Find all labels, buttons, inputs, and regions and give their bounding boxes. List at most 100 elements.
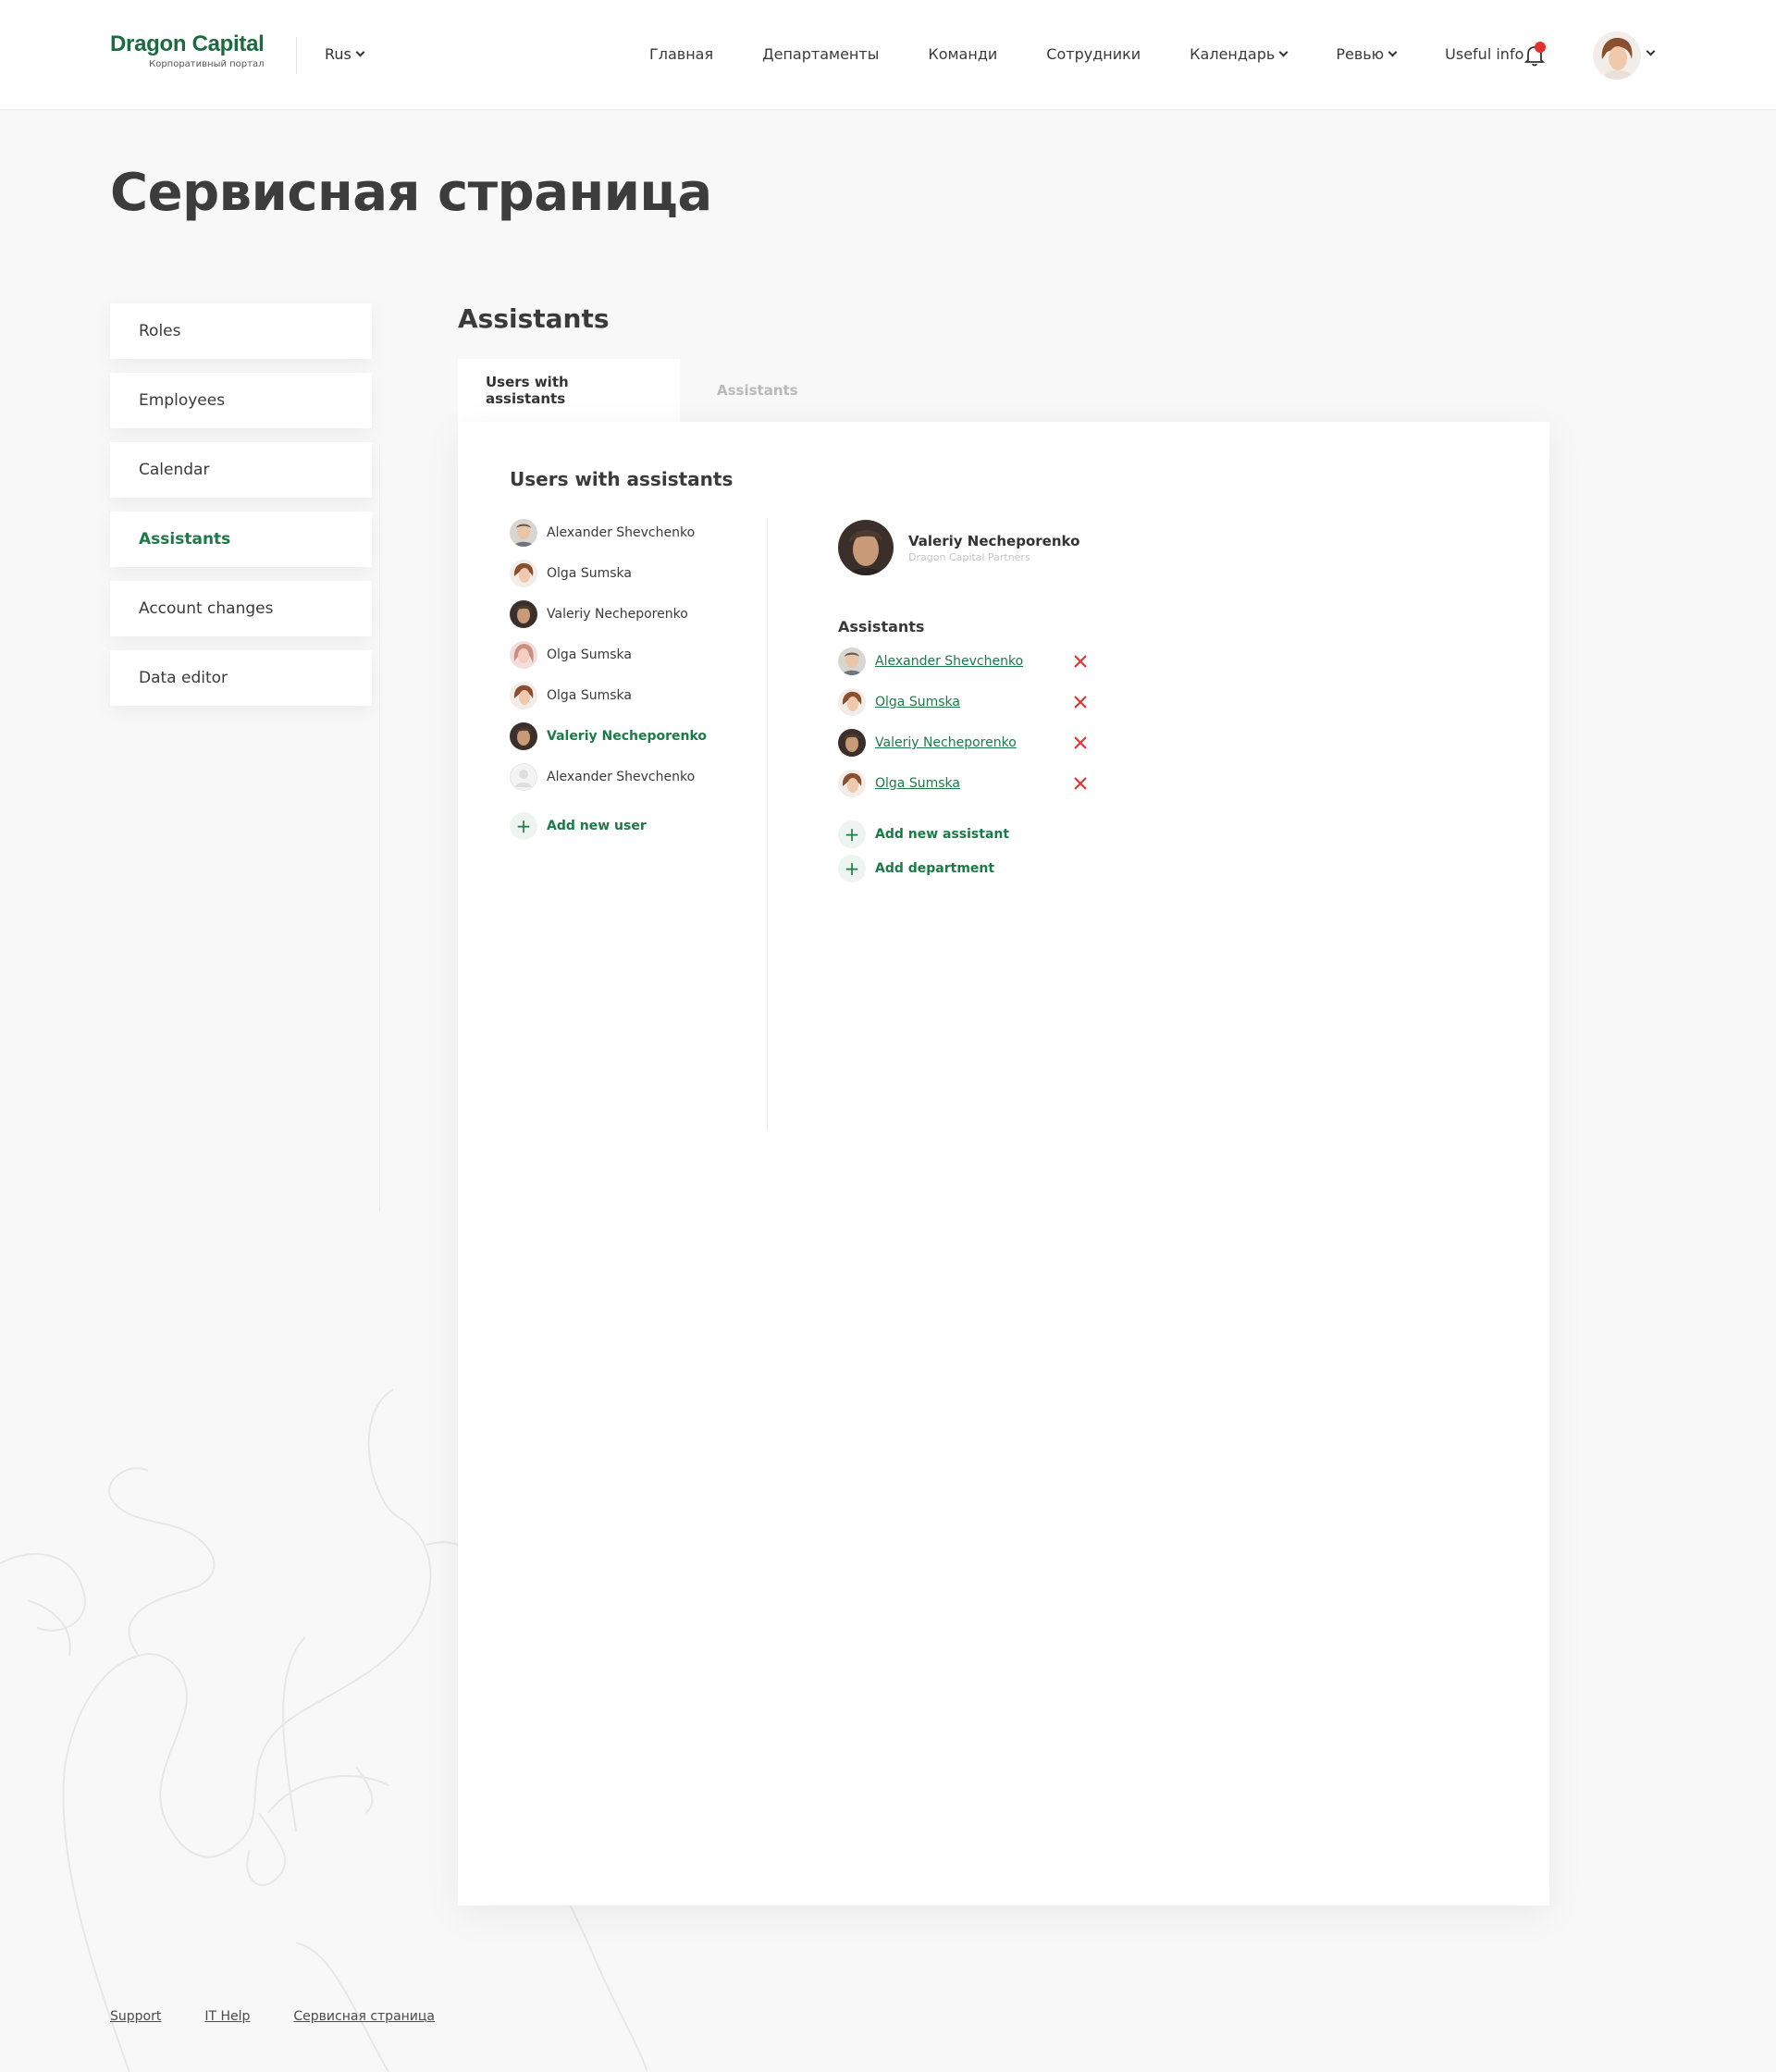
assistant-row: Alexander Shevchenko xyxy=(838,641,1087,682)
chevron-down-icon xyxy=(1278,47,1289,57)
assistant-name-link[interactable]: Alexander Shevchenko xyxy=(875,654,1023,669)
nav-item-departments[interactable]: Департаменты xyxy=(762,45,879,63)
remove-x-icon[interactable] xyxy=(1073,735,1088,750)
assistant-name-link[interactable]: Olga Sumska xyxy=(875,776,960,791)
list-item[interactable]: Alexander Shevchenko xyxy=(510,757,707,797)
sidebar-item-label: Data editor xyxy=(139,669,228,687)
list-item[interactable]: Alexander Shevchenko xyxy=(510,512,707,553)
sidebar-item-account-changes[interactable]: Account changes xyxy=(110,581,372,636)
users-list: Alexander Shevchenko Olga Sumska Valeriy… xyxy=(510,512,707,840)
add-department-button[interactable]: + Add department xyxy=(838,851,1079,885)
nav-item-calendar[interactable]: Календарь xyxy=(1190,45,1289,63)
assistant-row: Olga Sumska xyxy=(838,763,1087,804)
nav-label: Календарь xyxy=(1190,45,1276,63)
footer-link-service-page[interactable]: Сервисная страница xyxy=(293,2009,435,2024)
sidebar-item-roles[interactable]: Roles xyxy=(110,303,372,359)
remove-x-icon[interactable] xyxy=(1073,654,1088,669)
list-item[interactable]: Olga Sumska xyxy=(510,635,707,675)
avatar-placeholder-icon xyxy=(510,763,537,791)
assistant-name-link[interactable]: Olga Sumska xyxy=(875,695,960,709)
user-name: Olga Sumska xyxy=(547,566,632,581)
remove-x-icon[interactable] xyxy=(1073,695,1088,709)
sidebar-divider xyxy=(379,444,380,1212)
avatar xyxy=(510,722,537,750)
list-item-selected[interactable]: Valeriy Necheporenko xyxy=(510,716,707,757)
notification-dot xyxy=(1535,42,1546,53)
sidebar-item-calendar[interactable]: Calendar xyxy=(110,442,372,498)
assistant-name-link[interactable]: Valeriy Necheporenko xyxy=(875,735,1017,750)
footer: Support IT Help Сервисная страница xyxy=(110,2009,435,2024)
avatar xyxy=(510,682,537,709)
list-item[interactable]: Olga Sumska xyxy=(510,553,707,594)
logo[interactable]: Dragon Capital Корпоративный портал xyxy=(110,31,265,69)
language-label: Rus xyxy=(325,45,352,63)
selected-user-company: Dragon Capital Partners xyxy=(908,550,1030,563)
sidebar-item-data-editor[interactable]: Data editor xyxy=(110,650,372,706)
top-header: Dragon Capital Корпоративный портал Rus … xyxy=(0,0,1776,110)
page-title: Сервисная страница xyxy=(110,163,712,223)
avatar xyxy=(838,648,866,675)
footer-link-it-help[interactable]: IT Help xyxy=(204,2009,250,2024)
assistants-list: Alexander Shevchenko Olga Sumska Valeriy… xyxy=(838,641,1087,804)
avatar xyxy=(510,600,537,628)
plus-icon: + xyxy=(838,854,866,882)
nav-item-teams[interactable]: Команди xyxy=(928,45,997,63)
sidebar-item-label: Employees xyxy=(139,391,226,410)
list-item[interactable]: Olga Sumska xyxy=(510,675,707,716)
avatar xyxy=(838,688,866,716)
panel-title: Users with assistants xyxy=(510,468,734,490)
assistant-row: Valeriy Necheporenko xyxy=(838,722,1087,763)
tab-users-with-assistants[interactable]: Users with assistants xyxy=(458,359,680,422)
language-selector[interactable]: Rus xyxy=(325,45,365,63)
nav-label: Департаменты xyxy=(762,45,880,63)
nav-label: Useful info xyxy=(1445,45,1524,63)
nav-item-employees[interactable]: Сотрудники xyxy=(1046,45,1141,63)
notifications-bell-icon[interactable] xyxy=(1523,42,1546,68)
user-name: Olga Sumska xyxy=(547,648,632,662)
chevron-down-icon xyxy=(1388,47,1398,57)
user-name: Valeriy Necheporenko xyxy=(547,607,688,622)
nav-label: Ревью xyxy=(1336,45,1385,63)
sidebar: Roles Employees Calendar Assistants Acco… xyxy=(110,303,372,720)
avatar xyxy=(838,729,866,757)
selected-user-header: Valeriy Necheporenko Dragon Capital Part… xyxy=(838,520,1079,575)
header-divider xyxy=(296,37,297,74)
user-avatar[interactable] xyxy=(1593,31,1641,80)
nav-item-useful-info[interactable]: Useful info xyxy=(1445,45,1523,63)
selected-user-name: Valeriy Necheporenko xyxy=(908,532,1080,549)
assistants-panel: Users with assistants Alexander Shevchen… xyxy=(458,422,1549,1906)
user-name: Olga Sumska xyxy=(547,688,632,703)
sidebar-item-label: Account changes xyxy=(139,599,274,618)
remove-x-icon[interactable] xyxy=(1073,776,1088,791)
sidebar-item-employees[interactable]: Employees xyxy=(110,373,372,428)
list-item[interactable]: Valeriy Necheporenko xyxy=(510,594,707,635)
add-department-label: Add department xyxy=(875,860,995,876)
assistant-row: Olga Sumska xyxy=(838,682,1087,722)
add-assistant-button[interactable]: + Add new assistant xyxy=(838,817,1079,851)
detail-actions: + Add new assistant + Add department xyxy=(838,817,1079,885)
nav-label: Команди xyxy=(928,45,998,63)
selected-user-detail: Valeriy Necheporenko Dragon Capital Part… xyxy=(838,520,1087,885)
assistants-heading: Assistants xyxy=(838,618,925,635)
plus-icon: + xyxy=(838,820,866,848)
user-name: Alexander Shevchenko xyxy=(547,525,696,540)
nav-item-home[interactable]: Главная xyxy=(649,45,713,63)
nav-label: Главная xyxy=(649,45,714,63)
chevron-down-icon[interactable] xyxy=(1646,46,1656,56)
nav-item-review[interactable]: Ревью xyxy=(1336,45,1398,63)
add-user-button[interactable]: + Add new user xyxy=(510,812,707,840)
tabs: Users with assistants Assistants xyxy=(458,359,826,422)
avatar xyxy=(510,641,537,669)
logo-subtitle: Корпоративный портал xyxy=(149,59,265,69)
footer-link-support[interactable]: Support xyxy=(110,2009,161,2024)
sidebar-item-assistants[interactable]: Assistants xyxy=(110,512,372,567)
logo-wordmark: Dragon Capital xyxy=(110,31,265,56)
sidebar-item-label: Calendar xyxy=(139,461,210,479)
chevron-down-icon xyxy=(355,47,365,57)
avatar xyxy=(510,519,537,547)
tab-assistants[interactable]: Assistants xyxy=(680,359,826,422)
avatar xyxy=(838,770,866,797)
user-name: Valeriy Necheporenko xyxy=(547,729,708,744)
plus-icon: + xyxy=(510,812,537,840)
sidebar-item-label: Assistants xyxy=(139,530,231,549)
